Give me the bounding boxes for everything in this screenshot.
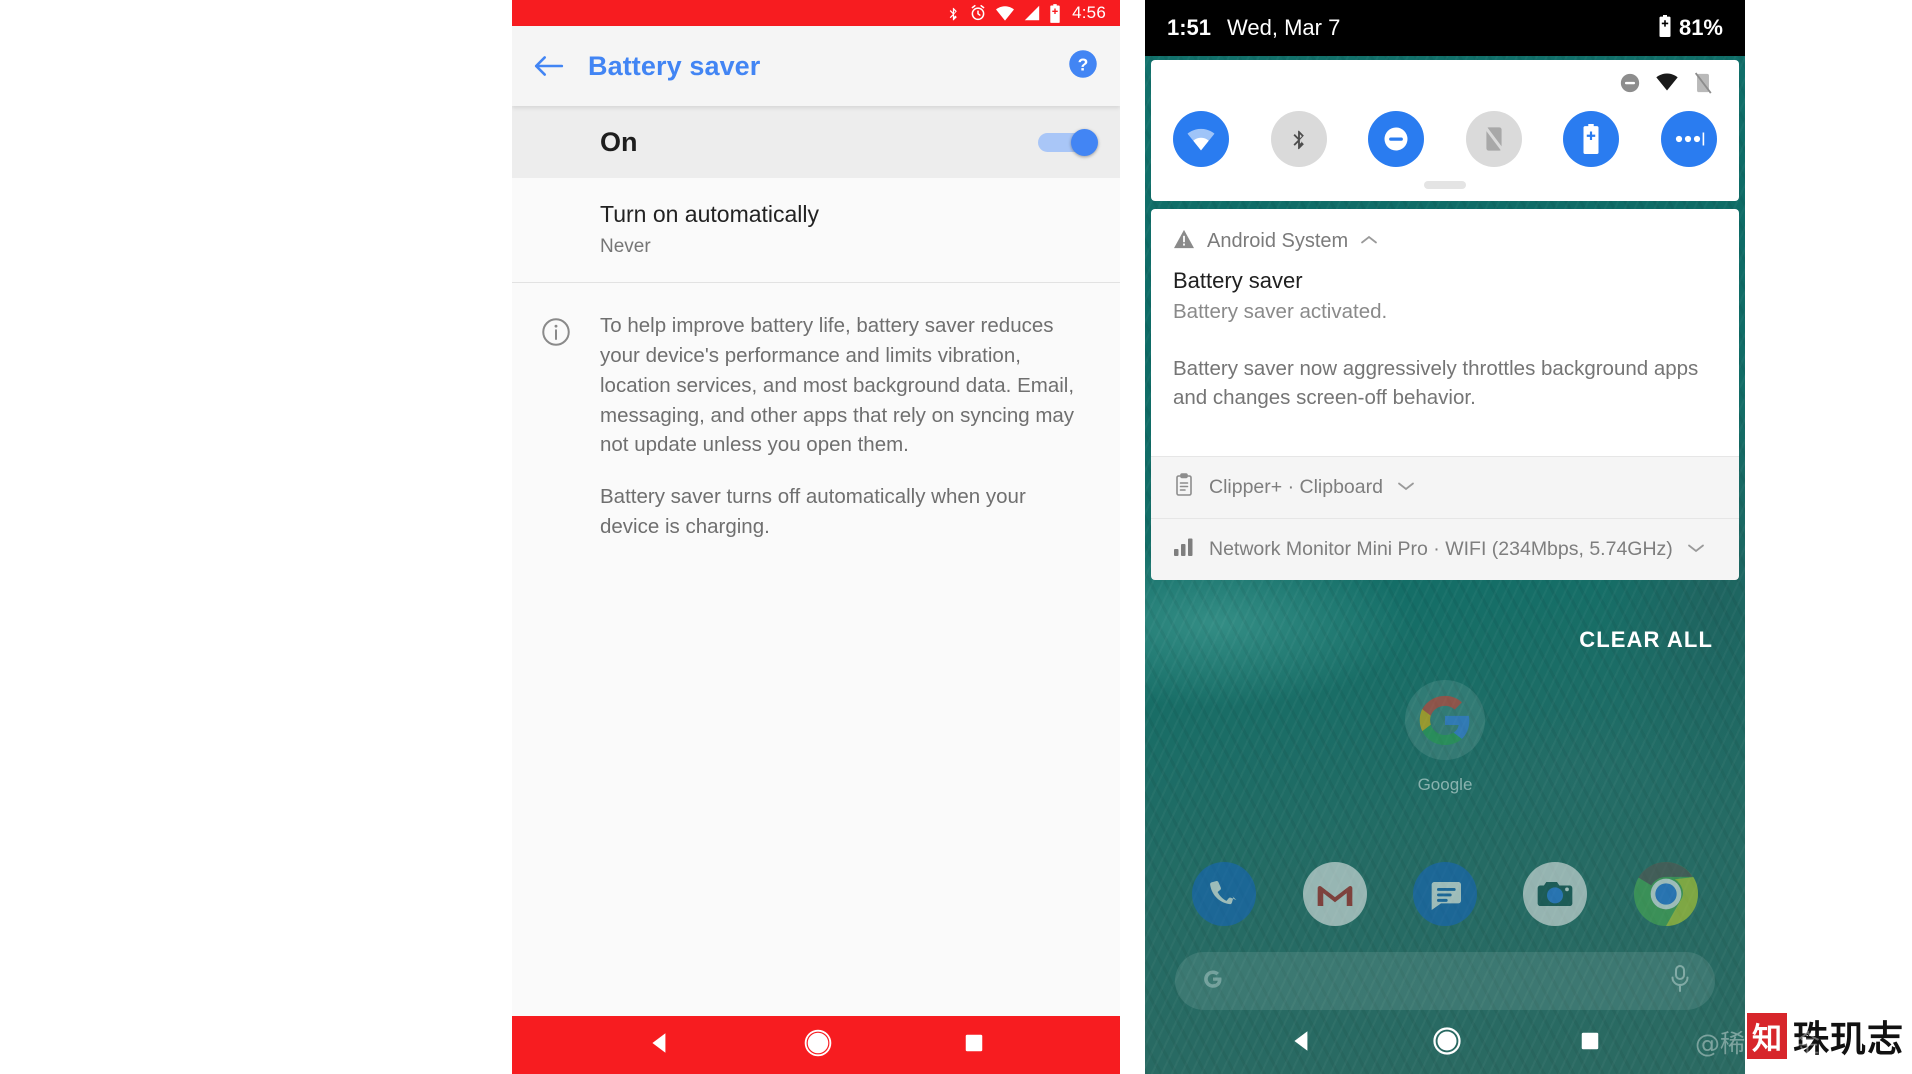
- right-status-battery: 81%: [1658, 14, 1723, 42]
- battery-saver-icon: [1049, 3, 1061, 23]
- home-circle-icon[interactable]: [1432, 1026, 1462, 1061]
- alarm-icon: [969, 4, 987, 22]
- notification-big-text: Battery saver now aggressively throttles…: [1173, 357, 1699, 410]
- notification-stack: Android System Battery saver Battery sav…: [1151, 209, 1739, 581]
- turn-on-automatically-value: Never: [600, 235, 651, 257]
- clear-all-button[interactable]: CLEAR ALL: [1579, 627, 1713, 653]
- clipboard-icon: [1173, 473, 1195, 502]
- home-circle-icon[interactable]: [804, 1029, 832, 1062]
- wifi-icon: [995, 5, 1015, 21]
- chrome-app-icon[interactable]: [1633, 862, 1698, 926]
- quick-settings-tiles: [1151, 103, 1739, 169]
- gmail-app-icon[interactable]: [1302, 862, 1367, 926]
- screenshot-root: 4:56 Battery saver ? On Turn on automati…: [0, 0, 1912, 1074]
- back-triangle-icon[interactable]: [1289, 1028, 1315, 1059]
- recents-square-icon[interactable]: [1579, 1030, 1601, 1057]
- back-triangle-icon[interactable]: [647, 1030, 673, 1061]
- notification-title: Battery saver: [1173, 268, 1303, 293]
- signal-icon: [1023, 5, 1041, 21]
- microphone-icon[interactable]: [1669, 964, 1691, 999]
- left-status-bar: 4:56: [512, 0, 1120, 26]
- drag-handle-pill: [1424, 181, 1466, 189]
- wifi-icon: [1655, 72, 1679, 99]
- recents-square-icon[interactable]: [963, 1032, 985, 1059]
- left-status-time: 4:56: [1072, 3, 1106, 22]
- info-text-group: To help improve battery life, battery sa…: [600, 311, 1090, 564]
- right-navigation-bar: [1145, 1012, 1745, 1074]
- google-search-widget[interactable]: Google: [1145, 680, 1745, 795]
- turn-on-automatically-row[interactable]: Turn on automatically Never: [512, 178, 1120, 283]
- quick-settings-panel: [1151, 60, 1739, 201]
- auto-rotate-tile[interactable]: [1465, 111, 1522, 167]
- phone-app-icon[interactable]: [1192, 862, 1257, 926]
- turn-on-automatically-title: Turn on automatically: [600, 201, 820, 227]
- right-status-time: 1:51: [1167, 15, 1212, 40]
- notification-network-text: Network Monitor Mini Pro · WIFI (234Mbps…: [1209, 538, 1673, 561]
- svg-text:?: ?: [1078, 54, 1089, 74]
- quick-settings-status-icons: [1151, 72, 1739, 103]
- watermark-logo: 知: [1746, 1013, 1787, 1059]
- page-title: Battery saver: [588, 50, 761, 81]
- notification-network-monitor[interactable]: Network Monitor Mini Pro · WIFI (234Mbps…: [1151, 518, 1739, 581]
- app-dock: [1145, 862, 1745, 926]
- chevron-up-icon[interactable]: [1360, 233, 1378, 251]
- toggle-row-label: On: [600, 126, 638, 157]
- notification-clipper-text: Clipper+ · Clipboard: [1209, 476, 1383, 499]
- dnd-icon: [1619, 72, 1641, 99]
- battery-saver-toggle-row[interactable]: On: [512, 106, 1120, 178]
- bluetooth-tile[interactable]: [1270, 111, 1327, 167]
- do-not-disturb-tile[interactable]: [1368, 111, 1425, 167]
- battery-saver-tile[interactable]: [1563, 111, 1620, 167]
- chevron-down-icon[interactable]: [1397, 479, 1415, 497]
- info-icon: [512, 311, 600, 564]
- watermark: @稀土掘金 知 珠玑志: [1695, 1010, 1904, 1062]
- notification-text: Battery saver activated.: [1173, 300, 1388, 323]
- chevron-down-icon[interactable]: [1687, 541, 1705, 559]
- left-phone-settings-screen: 4:56 Battery saver ? On Turn on automati…: [512, 0, 1120, 1074]
- notification-header: Android System: [1151, 209, 1739, 258]
- google-widget-label: Google: [1417, 775, 1473, 794]
- right-status-date: Wed, Mar 7: [1227, 15, 1341, 40]
- warning-triangle-icon: [1173, 229, 1195, 254]
- bluetooth-icon: [946, 4, 961, 23]
- google-g-icon: [1199, 965, 1227, 998]
- info-paragraph-2: Battery saver turns off automatically wh…: [600, 485, 1026, 539]
- info-block: To help improve battery life, battery sa…: [512, 283, 1120, 564]
- battery-saver-switch[interactable]: [1038, 129, 1098, 156]
- notification-android-system[interactable]: Android System Battery saver Battery sav…: [1151, 209, 1739, 457]
- left-navigation-bar: [512, 1016, 1120, 1074]
- wifi-tile[interactable]: [1173, 111, 1229, 167]
- search-input[interactable]: [1227, 969, 1669, 993]
- help-icon[interactable]: ?: [1068, 49, 1098, 84]
- signal-bars-icon: [1173, 537, 1195, 562]
- right-phone-notification-shade: 1:51 Wed, Mar 7 81% Android System Batte…: [1145, 0, 1745, 1074]
- messages-app-icon[interactable]: [1412, 862, 1477, 926]
- google-search-bar[interactable]: [1175, 952, 1715, 1010]
- info-paragraph-1: To help improve battery life, battery sa…: [600, 313, 1075, 457]
- switch-thumb: [1071, 129, 1098, 156]
- left-app-bar: Battery saver ?: [512, 26, 1120, 106]
- battery-saver-icon: [1658, 14, 1672, 42]
- rotation-locked-icon: [1693, 72, 1713, 99]
- battery-percent-label: 81%: [1678, 15, 1723, 40]
- notification-bottom-padding: [1151, 412, 1739, 456]
- notification-clipper[interactable]: Clipper+ · Clipboard: [1151, 456, 1739, 519]
- notification-app-name: Android System: [1207, 230, 1349, 252]
- notification-body: Battery saver Battery saver activated. B…: [1151, 258, 1739, 412]
- camera-app-icon[interactable]: [1523, 862, 1588, 926]
- drag-handle[interactable]: [1151, 169, 1739, 195]
- expand-tile[interactable]: [1660, 111, 1717, 167]
- google-g-icon: [1405, 680, 1485, 765]
- right-status-bar: 1:51 Wed, Mar 7 81%: [1145, 0, 1745, 56]
- back-arrow-icon[interactable]: [534, 54, 578, 78]
